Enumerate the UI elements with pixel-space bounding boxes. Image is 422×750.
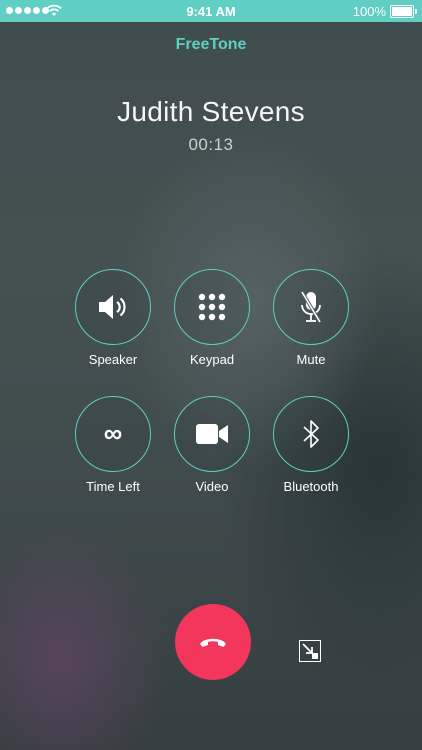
call-duration: 00:13 bbox=[188, 135, 234, 154]
time-left-label: Time Left bbox=[86, 479, 140, 494]
status-bar: 9:41 AM 100% bbox=[0, 0, 422, 22]
keypad-button[interactable]: Keypad bbox=[162, 269, 262, 367]
mute-icon bbox=[300, 291, 322, 323]
video-label: Video bbox=[195, 479, 229, 494]
bluetooth-label: Bluetooth bbox=[283, 479, 339, 494]
video-icon bbox=[196, 424, 228, 444]
bluetooth-icon bbox=[303, 420, 319, 448]
time-left-button[interactable]: ∞ Time Left bbox=[63, 396, 163, 494]
end-call-button[interactable] bbox=[175, 604, 251, 680]
mute-label: Mute bbox=[296, 352, 326, 367]
keypad-icon bbox=[198, 293, 226, 321]
video-button[interactable]: Video bbox=[162, 396, 262, 494]
hang-up-icon bbox=[200, 638, 226, 647]
caller-name: Judith Stevens bbox=[117, 96, 305, 127]
speaker-icon bbox=[99, 295, 126, 319]
minimize-icon bbox=[302, 643, 318, 659]
app-title: FreeTone bbox=[175, 36, 247, 53]
keypad-label: Keypad bbox=[189, 352, 235, 367]
battery-icon bbox=[390, 5, 417, 18]
infinity-icon: ∞ bbox=[103, 417, 123, 448]
mute-button[interactable]: Mute bbox=[261, 269, 361, 367]
speaker-label: Speaker bbox=[88, 352, 138, 367]
battery-percentage: 100% bbox=[352, 4, 386, 19]
bluetooth-button[interactable]: Bluetooth bbox=[261, 396, 361, 494]
speaker-button[interactable]: Speaker bbox=[63, 269, 163, 367]
minimize-call-button[interactable] bbox=[299, 640, 321, 662]
